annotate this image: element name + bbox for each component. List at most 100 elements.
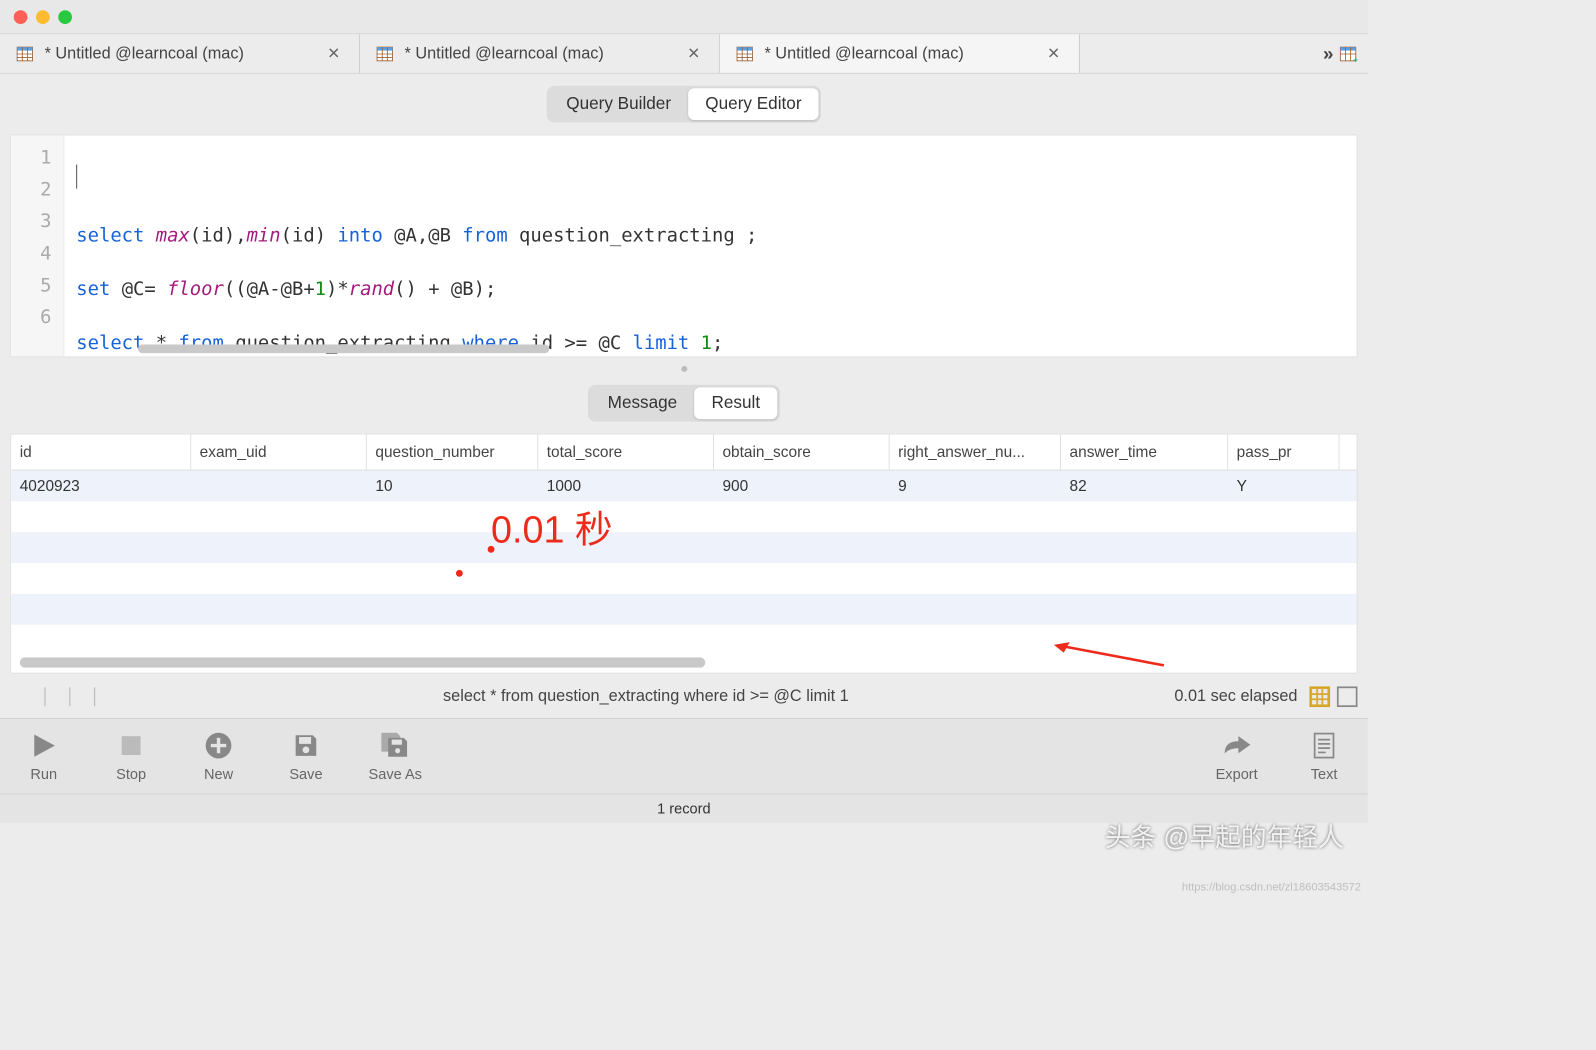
column-header[interactable]: answer_time bbox=[1061, 434, 1228, 469]
tab-overflow[interactable]: » + bbox=[1313, 34, 1368, 73]
table-header-row: id exam_uid question_number total_score … bbox=[11, 434, 1356, 470]
table-cell: Y bbox=[1228, 470, 1339, 501]
table-cell bbox=[191, 470, 367, 501]
export-button[interactable]: Export bbox=[1212, 730, 1262, 783]
tab-strip: * Untitled @learncoal (mac) ✕ * Untitled… bbox=[0, 34, 1368, 73]
line-number: 4 bbox=[11, 238, 63, 270]
line-number: 5 bbox=[11, 270, 63, 302]
annotation-dot bbox=[488, 546, 495, 553]
query-editor-tab[interactable]: Query Editor bbox=[688, 88, 818, 120]
column-header[interactable]: exam_uid bbox=[191, 434, 367, 469]
table-cell: 10 bbox=[367, 470, 538, 501]
close-window-button[interactable] bbox=[14, 10, 28, 24]
svg-text:+: + bbox=[1353, 54, 1357, 64]
line-number: 6 bbox=[11, 302, 63, 334]
text-view-icon[interactable] bbox=[1337, 686, 1358, 707]
mode-toggle-bar: Query Builder Query Editor bbox=[0, 74, 1368, 135]
table-row bbox=[11, 532, 1356, 563]
close-icon[interactable]: ✕ bbox=[684, 45, 704, 63]
line-number: 2 bbox=[11, 174, 63, 206]
code-line: set @C= floor((@A-@B+1)*rand() + @B); bbox=[76, 276, 1344, 303]
status-bar: select * from question_extracting where … bbox=[10, 682, 1357, 711]
record-count: 1 record bbox=[657, 800, 710, 817]
column-header[interactable]: total_score bbox=[538, 434, 714, 469]
table-row bbox=[11, 563, 1356, 594]
tab-query-1[interactable]: * Untitled @learncoal (mac) ✕ bbox=[0, 34, 360, 73]
plus-circle-icon bbox=[203, 730, 234, 761]
mode-segmented-control: Query Builder Query Editor bbox=[547, 86, 822, 123]
window-titlebar bbox=[0, 0, 1368, 34]
annotation-text: 0.01 秒 bbox=[491, 499, 613, 554]
chevron-right-icon: » bbox=[1323, 42, 1330, 64]
line-number: 3 bbox=[11, 206, 63, 238]
share-icon bbox=[1221, 730, 1252, 761]
table-cell: 82 bbox=[1061, 470, 1228, 501]
grid-view-icon[interactable] bbox=[1309, 686, 1330, 707]
table-row bbox=[11, 625, 1356, 656]
sql-table-icon bbox=[375, 44, 394, 63]
text-cursor bbox=[76, 165, 77, 189]
column-header[interactable]: pass_pr bbox=[1228, 434, 1339, 469]
tab-query-3[interactable]: * Untitled @learncoal (mac) ✕ bbox=[720, 34, 1080, 73]
horizontal-scrollbar[interactable] bbox=[138, 345, 549, 354]
code-line: select max(id),min(id) into @A,@B from q… bbox=[76, 223, 1344, 250]
close-icon[interactable]: ✕ bbox=[1044, 45, 1064, 63]
pane-splitter[interactable] bbox=[0, 357, 1368, 379]
result-segmented-control: Message Result bbox=[588, 385, 780, 422]
sql-table-icon bbox=[735, 44, 754, 63]
horizontal-scrollbar[interactable] bbox=[20, 657, 706, 667]
column-header[interactable]: id bbox=[11, 434, 191, 469]
table-row[interactable]: 4020923 10 1000 900 9 82 Y bbox=[11, 470, 1356, 501]
watermark-url: https://blog.csdn.net/zl18603543572 bbox=[1182, 880, 1361, 893]
new-query-icon[interactable]: + bbox=[1339, 44, 1358, 63]
traffic-lights bbox=[14, 10, 72, 24]
table-row bbox=[11, 594, 1356, 625]
floppy-icon bbox=[291, 730, 322, 761]
tab-query-2[interactable]: * Untitled @learncoal (mac) ✕ bbox=[360, 34, 720, 73]
run-button[interactable]: Run bbox=[19, 730, 69, 783]
editor-gutter: 1 2 3 4 5 6 bbox=[11, 135, 64, 356]
result-toggle-bar: Message Result bbox=[0, 380, 1368, 434]
code-line bbox=[76, 303, 1344, 330]
minimize-window-button[interactable] bbox=[36, 10, 50, 24]
fullscreen-window-button[interactable] bbox=[58, 10, 72, 24]
table-cell: 900 bbox=[714, 470, 890, 501]
column-header[interactable]: obtain_score bbox=[714, 434, 890, 469]
save-button[interactable]: Save bbox=[281, 730, 331, 783]
table-cell: 9 bbox=[890, 470, 1061, 501]
document-icon bbox=[1309, 730, 1340, 761]
message-tab[interactable]: Message bbox=[591, 387, 695, 419]
status-query-text: select * from question_extracting where … bbox=[129, 687, 1162, 706]
tab-label: * Untitled @learncoal (mac) bbox=[405, 44, 674, 63]
floppy-multi-icon bbox=[380, 730, 411, 761]
table-cell: 4020923 bbox=[11, 470, 191, 501]
close-icon[interactable]: ✕ bbox=[324, 45, 344, 63]
table-cell: 1000 bbox=[538, 470, 714, 501]
column-header[interactable]: right_answer_nu... bbox=[890, 434, 1061, 469]
stop-button[interactable]: Stop bbox=[106, 730, 156, 783]
play-icon bbox=[28, 730, 59, 761]
status-elapsed-time: 0.01 sec elapsed bbox=[1162, 687, 1309, 706]
table-body: 4020923 10 1000 900 9 82 Y bbox=[11, 470, 1356, 655]
bottom-toolbar: Run Stop New Save Save As Export Text bbox=[0, 718, 1368, 793]
tab-label: * Untitled @learncoal (mac) bbox=[45, 44, 314, 63]
code-line bbox=[76, 196, 1344, 223]
sql-table-icon bbox=[15, 44, 34, 63]
new-button[interactable]: New bbox=[194, 730, 244, 783]
table-row bbox=[11, 501, 1356, 532]
save-as-button[interactable]: Save As bbox=[369, 730, 422, 783]
query-builder-tab[interactable]: Query Builder bbox=[549, 88, 688, 120]
result-tab[interactable]: Result bbox=[694, 387, 777, 419]
watermark-text: 头条 @早起的年轻人 bbox=[1105, 816, 1344, 854]
annotation-dot bbox=[456, 570, 463, 577]
stop-icon bbox=[116, 730, 147, 761]
code-line bbox=[76, 249, 1344, 276]
tab-label: * Untitled @learncoal (mac) bbox=[764, 44, 1033, 63]
editor-content[interactable]: select max(id),min(id) into @A,@B from q… bbox=[64, 135, 1356, 356]
status-dividers bbox=[10, 687, 129, 706]
line-number: 1 bbox=[11, 142, 63, 174]
results-table: id exam_uid question_number total_score … bbox=[10, 434, 1357, 674]
text-button[interactable]: Text bbox=[1299, 730, 1349, 783]
column-header[interactable]: question_number bbox=[367, 434, 538, 469]
sql-editor[interactable]: 1 2 3 4 5 6 select max(id),min(id) into … bbox=[10, 135, 1357, 358]
